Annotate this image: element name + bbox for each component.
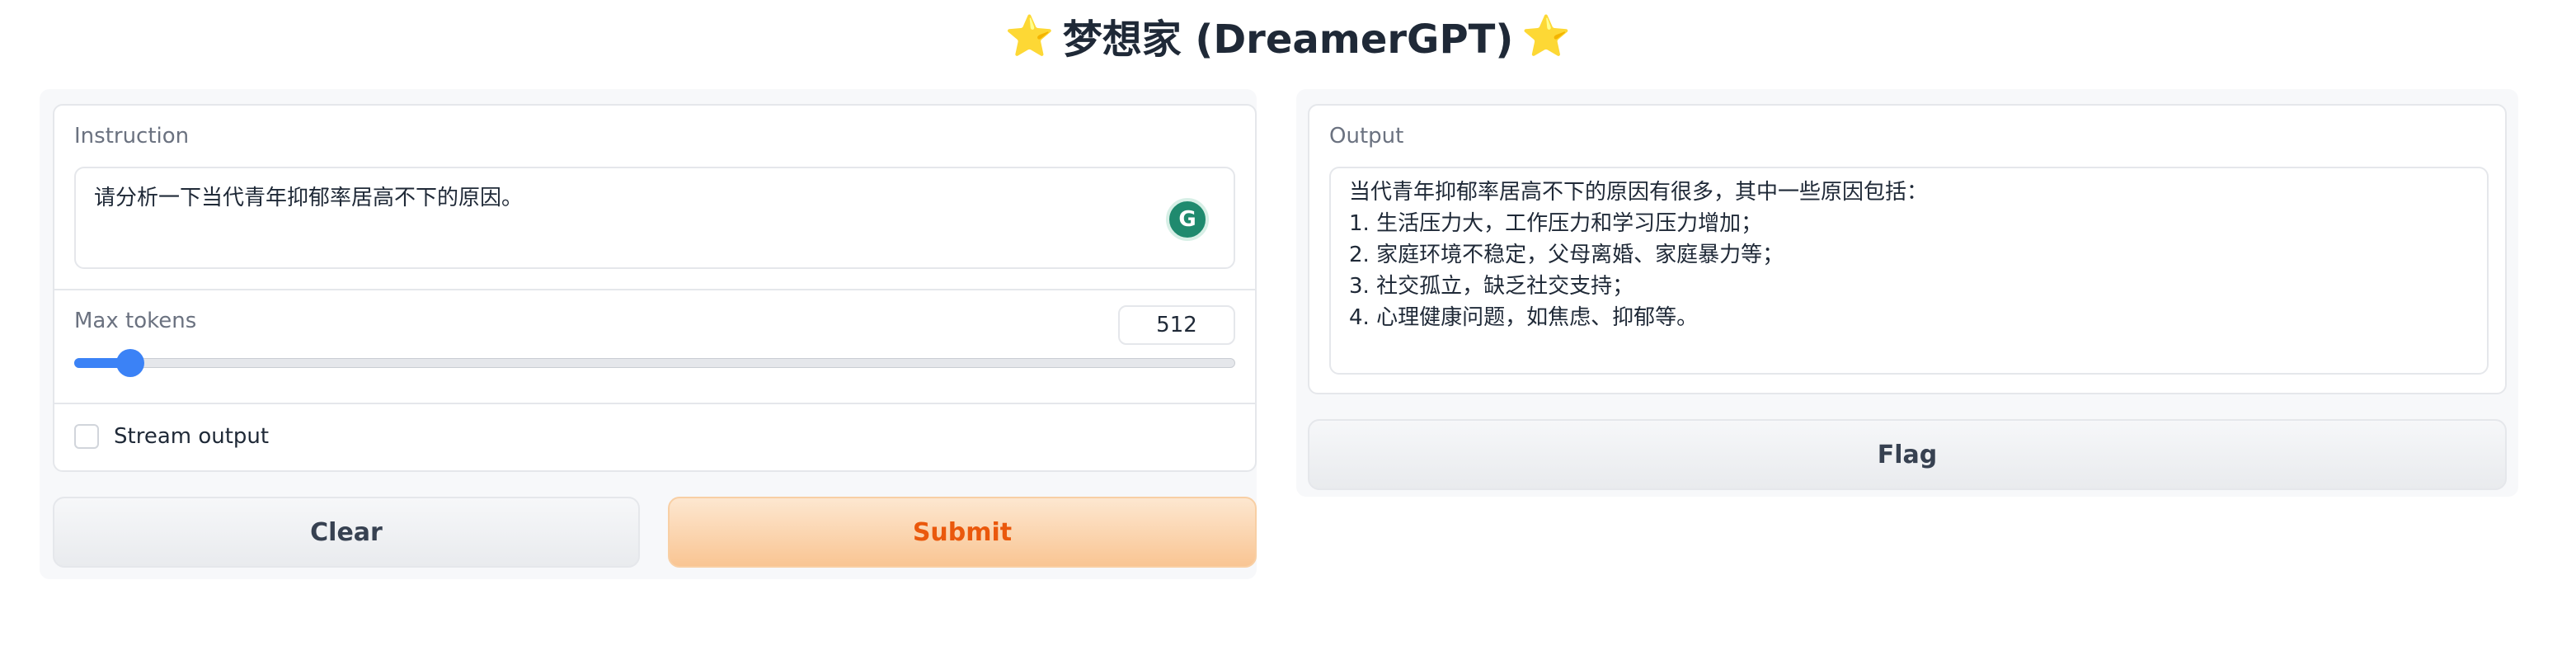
max-tokens-input[interactable]: 512 — [1118, 305, 1235, 345]
flag-button[interactable]: Flag — [1308, 419, 2507, 490]
output-line: 1. 生活压力大，工作压力和学习压力增加； — [1349, 211, 1763, 236]
input-form: Instruction 请分析一下当代青年抑郁率居高不下的原因。 G Max t… — [53, 104, 1257, 472]
max-tokens-label: Max tokens — [74, 309, 197, 333]
instruction-label: Instruction — [74, 124, 190, 149]
stream-output-label: Stream output — [114, 424, 270, 449]
output-line: 3. 社交孤立，缺乏社交支持； — [1349, 274, 1634, 299]
divider — [54, 289, 1255, 290]
divider — [54, 403, 1255, 404]
output-line: 当代青年抑郁率居高不下的原因有很多，其中一些原因包括： — [1349, 180, 1929, 205]
clear-button[interactable]: Clear — [53, 497, 640, 568]
input-column: Instruction 请分析一下当代青年抑郁率居高不下的原因。 G Max t… — [40, 89, 1257, 579]
output-line: 4. 心理健康问题，如焦虑、抑郁等。 — [1349, 305, 1699, 330]
stream-output-checkbox[interactable] — [74, 424, 99, 449]
app-title-text: 梦想家 (DreamerGPT) — [1062, 17, 1514, 63]
output-textarea[interactable]: 当代青年抑郁率居高不下的原因有很多，其中一些原因包括： 1. 生活压力大，工作压… — [1329, 167, 2489, 375]
output-label: Output — [1329, 124, 1404, 149]
star-icon: ⭐ — [1004, 12, 1055, 59]
instruction-textarea[interactable]: 请分析一下当代青年抑郁率居高不下的原因。 G — [74, 167, 1235, 269]
grammarly-icon[interactable]: G — [1166, 198, 1209, 241]
output-column: Output 当代青年抑郁率居高不下的原因有很多，其中一些原因包括： 1. 生活… — [1296, 89, 2518, 497]
app-title: ⭐ 梦想家 (DreamerGPT) ⭐ — [0, 7, 2576, 64]
output-line: 2. 家庭环境不稳定，父母离婚、家庭暴力等； — [1349, 243, 1784, 267]
max-tokens-slider-track[interactable] — [74, 358, 1235, 368]
submit-button[interactable]: Submit — [668, 497, 1257, 568]
instruction-value: 请分析一下当代青年抑郁率居高不下的原因。 — [94, 186, 524, 210]
max-tokens-slider-thumb[interactable] — [115, 349, 144, 377]
star-icon: ⭐ — [1521, 12, 1572, 59]
output-panel: Output 当代青年抑郁率居高不下的原因有很多，其中一些原因包括： 1. 生活… — [1308, 104, 2507, 394]
